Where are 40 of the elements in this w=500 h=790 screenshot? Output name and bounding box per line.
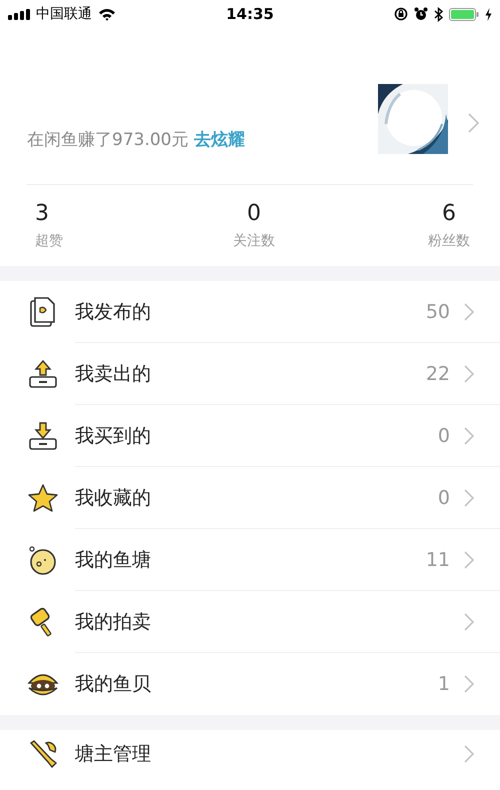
item-count: 50 <box>426 300 450 322</box>
stat-value: 0 <box>247 201 261 226</box>
chevron-right-icon <box>464 426 474 444</box>
battery-icon <box>449 8 479 20</box>
chevron-right-icon <box>464 302 474 320</box>
chevron-right-icon <box>464 675 474 693</box>
menu-item[interactable]: 我卖出的 22 <box>0 343 500 405</box>
menu-item[interactable]: 我的鱼塘 11 <box>0 529 500 591</box>
bluetooth-icon <box>434 6 443 22</box>
item-count: 0 <box>438 424 450 446</box>
menu-item[interactable]: 我的拍卖 <box>0 591 500 653</box>
carrier-name: 中国联通 <box>36 5 92 23</box>
menu-item[interactable]: 塘主管理 <box>0 730 500 778</box>
star-icon <box>28 484 58 512</box>
document-icon <box>28 297 56 327</box>
menu-item[interactable]: 我发布的 50 <box>0 281 500 343</box>
item-count: 0 <box>438 486 450 508</box>
chevron-right-icon <box>464 364 474 382</box>
item-count: 1 <box>438 673 450 695</box>
rotation-lock-icon <box>394 7 408 21</box>
chevron-right-icon <box>464 488 474 506</box>
chevron-right-icon <box>464 612 474 630</box>
signal-icon <box>8 8 30 20</box>
menu-item[interactable]: 我的鱼贝 1 <box>0 653 500 715</box>
item-count: 22 <box>426 362 450 384</box>
earnings-text: 在闲鱼赚了973.00元 去炫耀 <box>27 129 246 151</box>
charging-icon <box>485 8 492 20</box>
wifi-icon <box>98 8 116 20</box>
item-count: 11 <box>426 548 450 570</box>
menu-item[interactable]: 我买到的 0 <box>0 405 500 467</box>
alarm-icon <box>414 7 428 21</box>
clock-time: 14:35 <box>225 5 275 23</box>
menu-item[interactable]: 我收藏的 0 <box>0 467 500 529</box>
pond-icon <box>28 545 58 575</box>
chevron-right-icon <box>464 745 474 763</box>
stat-value: 6 <box>442 201 456 226</box>
chevron-right-icon <box>464 550 474 568</box>
stat-value: 3 <box>35 201 49 226</box>
download-tray-icon <box>28 422 58 450</box>
upload-tray-icon <box>28 360 58 388</box>
